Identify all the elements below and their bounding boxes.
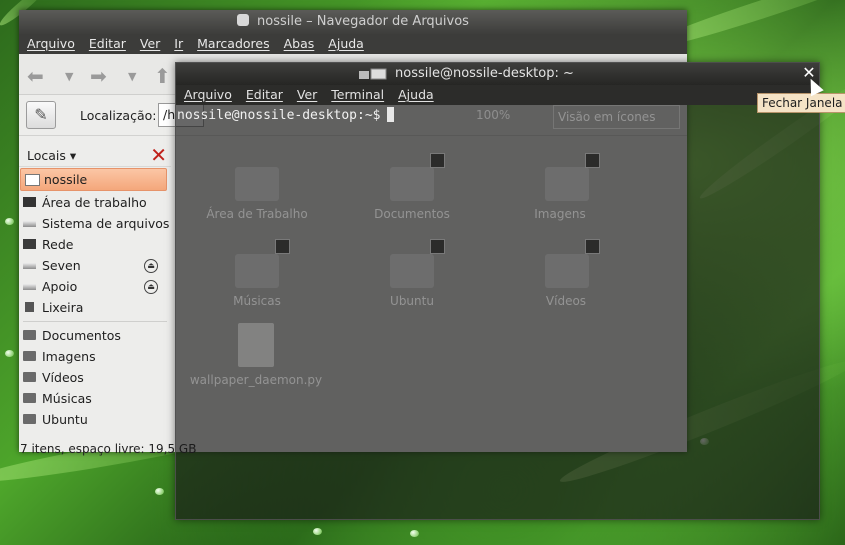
terminal-window: nossile@nossile-desktop: ~ ✕ Arquivo Edit… [175, 62, 820, 520]
sidebar-item-lixeira[interactable]: Lixeira [19, 297, 171, 318]
terminal-titlebar[interactable]: nossile@nossile-desktop: ~ ✕ [176, 63, 819, 85]
file-item-label: Vídeos [545, 294, 587, 308]
prompt-text: nossile@nossile-desktop:~$ [177, 108, 381, 123]
file-manager-app-icon [237, 14, 250, 26]
folder-icon [390, 167, 434, 201]
menu-ajuda[interactable]: Ajuda [328, 36, 364, 51]
sidebar-item-area-de-trabalho[interactable]: Área de trabalho [19, 192, 171, 213]
bookmark-label: Imagens [42, 349, 96, 364]
folder-icon [235, 254, 279, 288]
bookmark-label: Documentos [42, 328, 121, 343]
link-badge-icon [585, 153, 600, 168]
menu-abas[interactable]: Abas [284, 36, 315, 51]
terminal-body[interactable]: 100% Visão em ícones Área de Trabalho Do… [176, 105, 819, 517]
sidebar-separator [23, 321, 167, 322]
sidebar-item-label: Lixeira [42, 300, 84, 315]
sidebar-item-sistema-de-arquivos[interactable]: Sistema de arquivos [19, 213, 171, 234]
folder-icon [23, 372, 36, 382]
folder-icon [23, 393, 36, 403]
sidebar: Locais ▾ ✕ nossile Área de trabalho Sist… [19, 143, 171, 436]
file-item-label: wallpaper_daemon.py [189, 373, 323, 387]
zoom-level: 100% [476, 108, 511, 122]
menu-editar[interactable]: Editar [89, 36, 126, 51]
bookmark-musicas[interactable]: Músicas [19, 388, 171, 409]
link-badge-icon [275, 239, 290, 254]
text-file-icon [238, 323, 274, 367]
bookmark-ubuntu[interactable]: Ubuntu [19, 409, 171, 430]
sidebar-item-label: Apoio [42, 279, 78, 294]
sidebar-places-dropdown[interactable]: Locais ▾ [27, 148, 76, 163]
folder-icon [390, 254, 434, 288]
edit-location-icon[interactable]: ✎ [26, 101, 56, 129]
folder-icon [23, 414, 36, 424]
trash-icon [25, 302, 34, 312]
folder-icon [235, 167, 279, 201]
bookmark-documentos[interactable]: Documentos [19, 325, 171, 346]
file-manager-menubar: Arquivo Editar Ver Ir Marcadores Abas Ajuda [19, 34, 687, 54]
home-icon [25, 174, 40, 186]
menu-marcadores[interactable]: Marcadores [197, 36, 270, 51]
status-bar: 7 itens, espaço livre: 19,5 GB [20, 442, 197, 456]
terminal-menu-editar[interactable]: Editar [246, 87, 283, 102]
terminal-title: nossile@nossile-desktop: ~ [395, 66, 574, 81]
location-label: Localização: [80, 108, 157, 123]
folder-icon [545, 254, 589, 288]
terminal-menu-ajuda[interactable]: Ajuda [398, 87, 434, 102]
bookmark-label: Músicas [42, 391, 92, 406]
folder-icon [545, 167, 589, 201]
drive-icon [23, 263, 36, 269]
eject-icon[interactable]: ⏏ [144, 259, 158, 273]
file-manager-title: nossile – Navegador de Arquivos [257, 14, 469, 29]
text-cursor [386, 107, 394, 122]
menu-ir[interactable]: Ir [174, 36, 183, 51]
sidebar-item-label: nossile [44, 172, 88, 187]
link-badge-icon [585, 239, 600, 254]
sidebar-item-apoio[interactable]: Apoio ⏏ [19, 276, 171, 297]
bookmark-imagens[interactable]: Imagens [19, 346, 171, 367]
menu-arquivo[interactable]: Arquivo [27, 36, 75, 51]
file-item-label: Documentos [374, 207, 450, 221]
file-manager-titlebar[interactable]: nossile – Navegador de Arquivos [19, 10, 687, 34]
terminal-menu-ver[interactable]: Ver [297, 87, 317, 102]
sidebar-item-label: Rede [42, 237, 74, 252]
sidebar-item-label: Seven [42, 258, 81, 273]
drive-icon [23, 221, 36, 227]
sidebar-item-nossile[interactable]: nossile [20, 168, 167, 191]
back-icon[interactable]: ⬅ [27, 64, 44, 88]
folder-icon [23, 351, 36, 361]
forward-history-chevron-icon[interactable]: ▼ [128, 70, 136, 83]
close-sidebar-icon[interactable]: ✕ [150, 143, 167, 167]
view-mode-select: Visão em ícones [553, 105, 680, 129]
folder-icon [23, 330, 36, 340]
terminal-app-icon [359, 68, 387, 80]
terminal-prompt: nossile@nossile-desktop:~$ [177, 107, 394, 123]
sidebar-item-rede[interactable]: Rede [19, 234, 171, 255]
network-icon [23, 239, 36, 249]
file-item-label: Área de Trabalho [206, 207, 308, 221]
bookmark-label: Vídeos [42, 370, 84, 385]
close-window-tooltip: Fechar Janela [757, 93, 845, 113]
sidebar-item-label: Área de trabalho [42, 195, 147, 210]
eject-icon[interactable]: ⏏ [144, 280, 158, 294]
terminal-menu-terminal[interactable]: Terminal [331, 87, 384, 102]
file-item-label: Músicas [233, 294, 281, 308]
bookmark-label: Ubuntu [42, 412, 88, 427]
terminal-menubar: Arquivo Editar Ver Terminal Ajuda [176, 85, 819, 105]
file-item-label: Ubuntu [390, 294, 434, 308]
sidebar-header: Locais ▾ ✕ [19, 143, 171, 167]
up-icon[interactable]: ⬆ [154, 64, 171, 88]
terminal-menu-arquivo[interactable]: Arquivo [184, 87, 232, 102]
sidebar-item-label: Sistema de arquivos [42, 216, 170, 231]
link-badge-icon [430, 153, 445, 168]
file-item-label: Imagens [534, 207, 586, 221]
bookmark-videos[interactable]: Vídeos [19, 367, 171, 388]
menu-ver[interactable]: Ver [140, 36, 160, 51]
back-history-chevron-icon[interactable]: ▼ [65, 70, 73, 83]
desktop-icon [23, 197, 36, 207]
sidebar-item-seven[interactable]: Seven ⏏ [19, 255, 171, 276]
link-badge-icon [430, 239, 445, 254]
sidebar-title: Locais [27, 148, 66, 163]
forward-icon[interactable]: ➡ [90, 64, 107, 88]
drive-icon [23, 284, 36, 290]
